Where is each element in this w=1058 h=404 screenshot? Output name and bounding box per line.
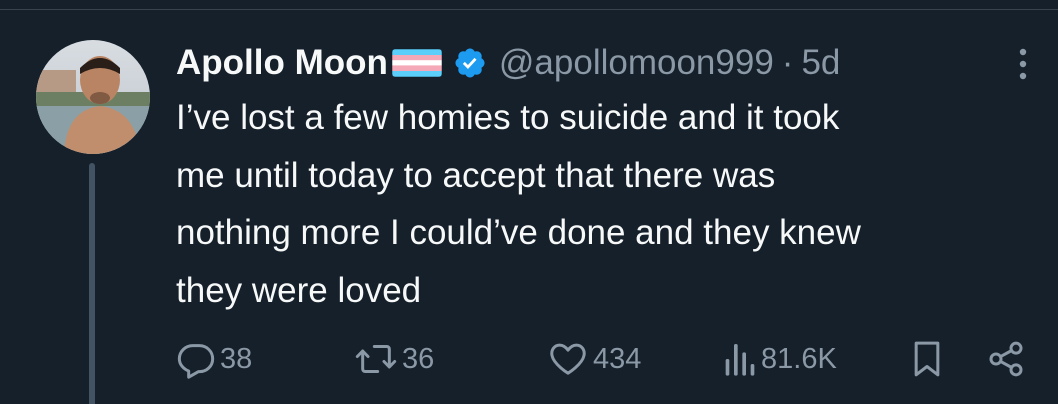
reply-icon xyxy=(177,344,215,379)
repost-count: 36 xyxy=(402,342,435,375)
reply-button[interactable]: 38 xyxy=(176,336,252,382)
bookmark-button[interactable] xyxy=(910,336,944,382)
author-name[interactable]: Apollo Moon xyxy=(176,43,388,83)
timestamp[interactable]: 5d xyxy=(801,43,840,83)
tweet-header: Apollo Moon @apollomoon999 · 5d xyxy=(176,41,840,85)
verified-badge-icon[interactable] xyxy=(453,46,487,80)
tweet-text: I’ve lost a few homies to suicide and it… xyxy=(176,98,861,310)
more-icon[interactable] xyxy=(1014,44,1032,84)
transgender-flag-icon xyxy=(391,48,443,78)
heart-icon xyxy=(550,343,586,375)
reply-count: 38 xyxy=(220,342,253,375)
avatar[interactable] xyxy=(36,40,150,154)
views-icon xyxy=(725,344,755,376)
views-count: 81.6K xyxy=(761,342,837,375)
bookmark-icon xyxy=(914,341,940,377)
author-handle[interactable]: @apollomoon999 xyxy=(499,43,774,83)
separator-dot: · xyxy=(781,43,794,82)
share-icon xyxy=(989,341,1023,377)
like-count: 434 xyxy=(593,342,642,375)
like-button[interactable]: 434 xyxy=(547,336,641,382)
thread-line xyxy=(89,163,95,404)
top-divider xyxy=(0,9,1058,10)
share-button[interactable] xyxy=(986,336,1026,382)
avatar-photo xyxy=(36,40,150,154)
repost-icon xyxy=(355,345,397,373)
repost-button[interactable]: 36 xyxy=(354,336,434,382)
action-bar: 38 36 434 81.6K xyxy=(176,336,1036,382)
views-button[interactable]: 81.6K xyxy=(721,336,837,382)
